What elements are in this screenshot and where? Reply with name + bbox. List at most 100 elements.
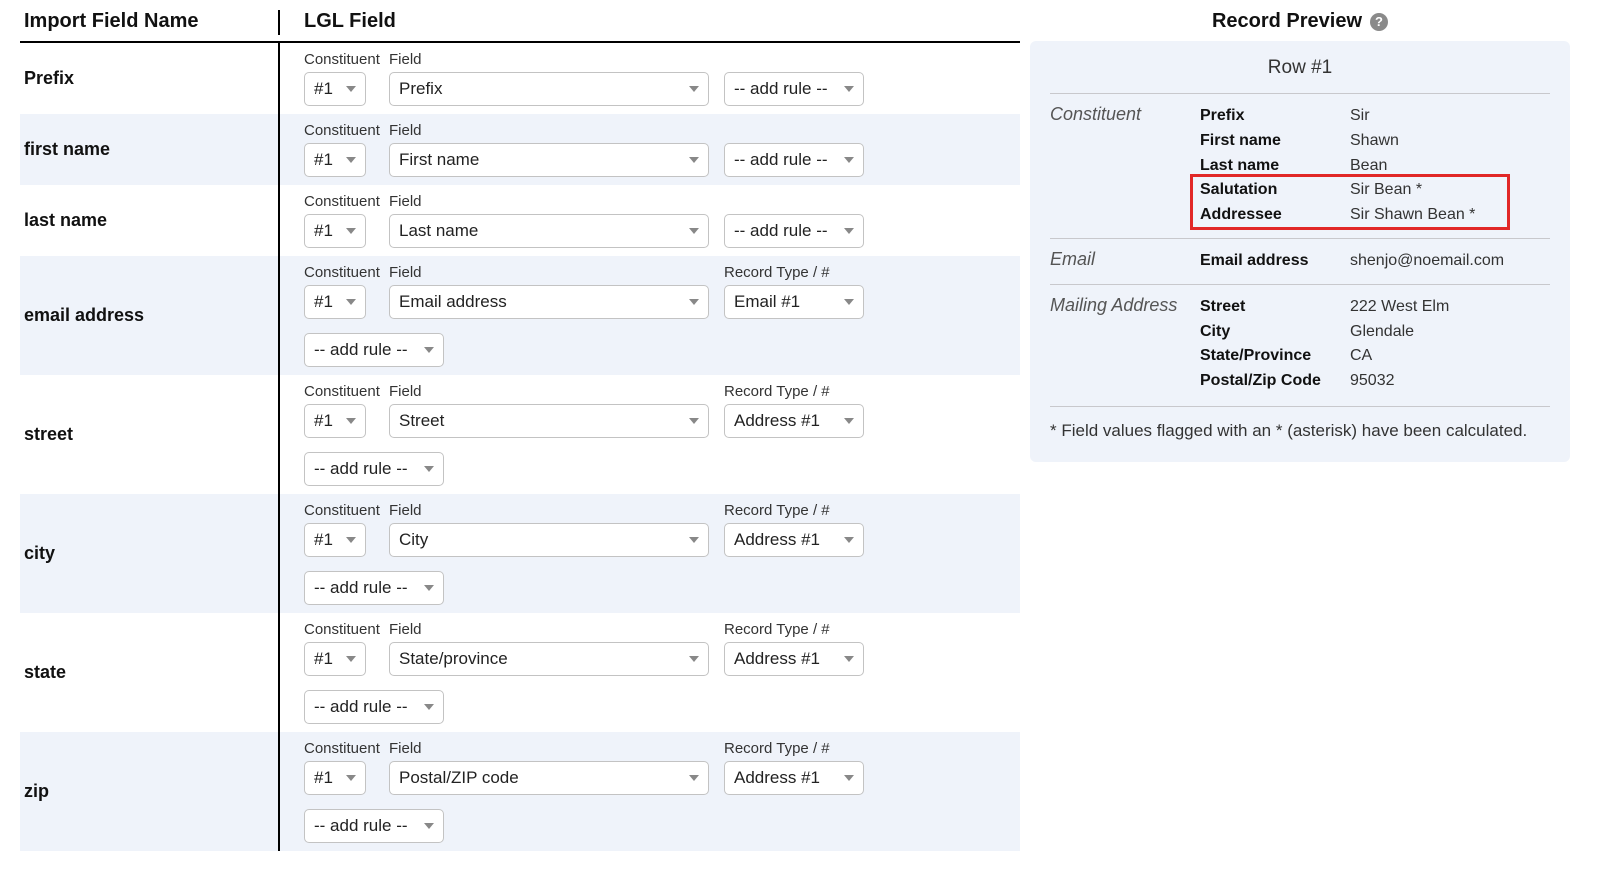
preview-field-value: Bean (1350, 154, 1550, 179)
chevron-down-icon (424, 466, 434, 472)
preview-field-row: AddresseeSir Shawn Bean * (1200, 203, 1550, 228)
chevron-down-icon (689, 228, 699, 234)
import-field-name: last name (20, 185, 280, 256)
preview-field-row: SalutationSir Bean * (1200, 178, 1550, 203)
lgl-field-cell: ConstituentFieldRecord Type / ##1CityAdd… (280, 494, 1020, 613)
constituent-select[interactable]: #1 (304, 404, 366, 438)
field-select[interactable]: Street (389, 404, 709, 438)
constituent-select-value: #1 (314, 79, 333, 99)
record-type-select[interactable]: Email #1 (724, 285, 864, 319)
preview-field-value: shenjo@noemail.com (1350, 249, 1550, 274)
add-rule-select-value: -- add rule -- (314, 578, 408, 598)
field-select[interactable]: Prefix (389, 72, 709, 106)
field-select-value: State/province (399, 649, 508, 669)
constituent-select[interactable]: #1 (304, 642, 366, 676)
constituent-select-value: #1 (314, 649, 333, 669)
preview-field-key: Postal/Zip Code (1200, 369, 1350, 394)
add-rule-select[interactable]: -- add rule -- (304, 452, 444, 486)
import-field-name: Prefix (20, 43, 280, 114)
chevron-down-icon (689, 775, 699, 781)
add-rule-select[interactable]: -- add rule -- (724, 72, 864, 106)
chevron-down-icon (424, 823, 434, 829)
field-select[interactable]: Postal/ZIP code (389, 761, 709, 795)
field-select[interactable]: City (389, 523, 709, 557)
preview-field-value: Sir (1350, 104, 1550, 129)
chevron-down-icon (346, 775, 356, 781)
lgl-field-cell: ConstituentFieldRecord Type / ##1Postal/… (280, 732, 1020, 851)
header-import-field-name: Import Field Name (20, 10, 280, 35)
preview-field-value: Glendale (1350, 320, 1550, 345)
chevron-down-icon (689, 656, 699, 662)
chevron-down-icon (844, 157, 854, 163)
preview-field-key: Prefix (1200, 104, 1350, 129)
record-type-label: Record Type / # (724, 264, 869, 281)
add-rule-select[interactable]: -- add rule -- (304, 571, 444, 605)
field-select[interactable]: State/province (389, 642, 709, 676)
field-select-value: Email address (399, 292, 507, 312)
constituent-select-value: #1 (314, 150, 333, 170)
field-select[interactable]: Email address (389, 285, 709, 319)
record-type-select[interactable]: Address #1 (724, 404, 864, 438)
help-icon[interactable]: ? (1370, 13, 1388, 31)
preview-field-key: Street (1200, 295, 1350, 320)
chevron-down-icon (346, 86, 356, 92)
add-rule-select[interactable]: -- add rule -- (304, 690, 444, 724)
add-rule-select[interactable]: -- add rule -- (724, 214, 864, 248)
preview-field-key: Email address (1200, 249, 1350, 274)
record-type-label: Record Type / # (724, 502, 869, 519)
preview-field-value: Shawn (1350, 129, 1550, 154)
add-rule-select-value: -- add rule -- (734, 79, 828, 99)
field-select[interactable]: First name (389, 143, 709, 177)
preview-section: ConstituentPrefixSirFirst nameShawnLast … (1050, 94, 1550, 228)
preview-field-row: Street222 West Elm (1200, 295, 1550, 320)
preview-field-row: CityGlendale (1200, 320, 1550, 345)
preview-section: Mailing AddressStreet222 West ElmCityGle… (1050, 284, 1550, 394)
constituent-select[interactable]: #1 (304, 72, 366, 106)
field-label: Field (389, 122, 724, 139)
chevron-down-icon (689, 86, 699, 92)
add-rule-select[interactable]: -- add rule -- (724, 143, 864, 177)
add-rule-select-value: -- add rule -- (314, 340, 408, 360)
preview-field-value: 222 West Elm (1350, 295, 1550, 320)
preview-field-row: Postal/Zip Code95032 (1200, 369, 1550, 394)
import-field-name: email address (20, 256, 280, 375)
constituent-select-value: #1 (314, 530, 333, 550)
field-label: Field (389, 383, 724, 400)
add-rule-select-value: -- add rule -- (314, 459, 408, 479)
preview-section-label: Mailing Address (1050, 295, 1200, 394)
field-select[interactable]: Last name (389, 214, 709, 248)
field-label: Field (389, 621, 724, 638)
record-type-select-value: Address #1 (734, 768, 820, 788)
field-mapping-table: Import Field Name LGL Field Prefix Consti… (20, 10, 1020, 851)
constituent-select-value: #1 (314, 411, 333, 431)
add-rule-select[interactable]: -- add rule -- (304, 809, 444, 843)
header-lgl-field: LGL Field (280, 10, 1020, 35)
record-type-select[interactable]: Address #1 (724, 523, 864, 557)
chevron-down-icon (424, 347, 434, 353)
chevron-down-icon (689, 157, 699, 163)
lgl-field-cell: ConstituentFieldRecord Type / ##1State/p… (280, 613, 1020, 732)
record-type-select[interactable]: Address #1 (724, 761, 864, 795)
chevron-down-icon (844, 656, 854, 662)
constituent-select[interactable]: #1 (304, 523, 366, 557)
field-label: Field (389, 51, 724, 68)
constituent-label: Constituent (304, 264, 389, 281)
lgl-field-cell: ConstituentFieldRecord Type / ##1StreetA… (280, 375, 1020, 494)
preview-field-value: 95032 (1350, 369, 1550, 394)
lgl-field-cell: ConstituentField#1Prefix-- add rule -- (280, 43, 1020, 114)
lgl-field-cell: ConstituentFieldRecord Type / ##1Email a… (280, 256, 1020, 375)
constituent-label: Constituent (304, 193, 389, 210)
constituent-select[interactable]: #1 (304, 143, 366, 177)
constituent-select[interactable]: #1 (304, 761, 366, 795)
record-preview-title: Record Preview (1212, 10, 1362, 33)
add-rule-select[interactable]: -- add rule -- (304, 333, 444, 367)
constituent-select[interactable]: #1 (304, 285, 366, 319)
constituent-select[interactable]: #1 (304, 214, 366, 248)
constituent-select-value: #1 (314, 221, 333, 241)
field-select-value: Street (399, 411, 444, 431)
chevron-down-icon (689, 299, 699, 305)
chevron-down-icon (346, 537, 356, 543)
preview-field-key: Salutation (1200, 178, 1350, 203)
record-type-select[interactable]: Address #1 (724, 642, 864, 676)
field-label: Field (389, 502, 724, 519)
